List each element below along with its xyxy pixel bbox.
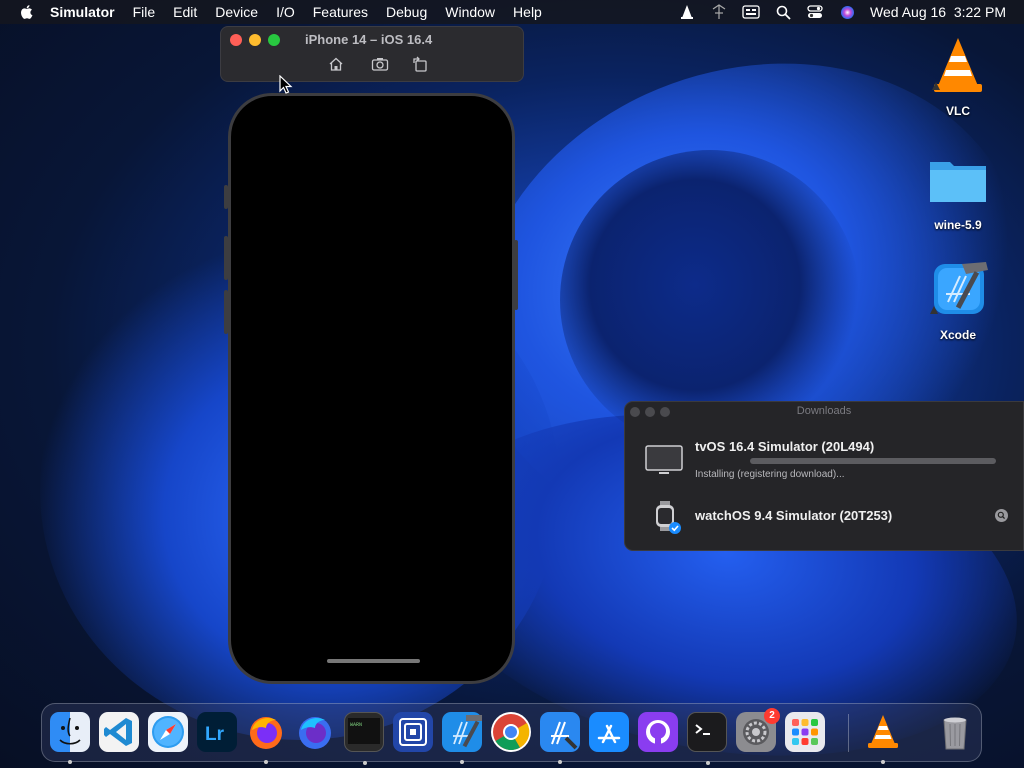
tv-display-icon <box>645 445 683 474</box>
launchpad-grid-icon <box>792 719 818 745</box>
desktop-icon-wine-folder[interactable]: wine-5.9 <box>918 148 998 232</box>
github-icon <box>646 720 670 744</box>
dock-app-vscode[interactable] <box>99 712 139 752</box>
network-icon[interactable] <box>710 4 728 20</box>
simulator-window-title: iPhone 14 – iOS 16.4 <box>305 32 433 47</box>
dock-app-github-desktop[interactable] <box>638 712 678 752</box>
svg-text:Lr: Lr <box>205 724 225 745</box>
folder-icon <box>930 162 986 202</box>
dock-app-safari[interactable] <box>148 712 188 752</box>
running-indicator <box>881 760 885 764</box>
menu-features[interactable]: Features <box>313 4 368 20</box>
safari-compass-icon <box>152 716 184 748</box>
spotlight-search-icon[interactable] <box>774 4 792 20</box>
menu-app-name[interactable]: Simulator <box>50 4 115 20</box>
vscode-icon <box>104 718 132 746</box>
dock: Lr WARN 2 <box>41 703 982 765</box>
xcode-icon <box>453 715 482 748</box>
simulator-window-toolbar: iPhone 14 – iOS 16.4 <box>220 26 524 82</box>
home-indicator[interactable] <box>327 659 420 663</box>
dock-app-firefox-developer[interactable] <box>295 712 335 752</box>
chrome-icon <box>493 714 530 750</box>
dock-app-instruments[interactable] <box>540 712 580 764</box>
dock-app-app-store[interactable] <box>589 712 629 752</box>
home-icon[interactable] <box>327 56 345 72</box>
menu-window[interactable]: Window <box>445 4 495 20</box>
dock-app-console[interactable]: WARN <box>344 712 384 765</box>
dock-app-terminal[interactable] <box>687 712 727 765</box>
siri-icon[interactable] <box>838 4 856 20</box>
trash-icon <box>943 717 967 750</box>
menu-bar: Simulator File Edit Device I/O Features … <box>0 0 1024 24</box>
vlc-icon <box>868 715 898 748</box>
vlc-icon <box>932 38 982 92</box>
console-icon: WARN <box>348 718 380 744</box>
apple-watch-icon <box>656 501 681 534</box>
menu-file[interactable]: File <box>133 4 156 20</box>
iphone-simulator-screen[interactable] <box>228 93 515 684</box>
menu-debug[interactable]: Debug <box>386 4 427 20</box>
menu-edit[interactable]: Edit <box>173 4 197 20</box>
running-indicator <box>363 761 367 765</box>
concentric-squares-icon <box>399 718 427 746</box>
reveal-in-finder-icon[interactable] <box>995 509 1008 522</box>
close-button[interactable] <box>230 34 242 46</box>
dock-app-xcode[interactable] <box>442 712 482 764</box>
running-indicator <box>706 761 710 765</box>
dock-app-vlc[interactable] <box>863 712 903 764</box>
instruments-icon <box>551 721 578 750</box>
app-store-icon <box>597 724 621 744</box>
dock-trash[interactable] <box>935 712 975 752</box>
running-indicator <box>558 760 562 764</box>
desktop-icon-label: VLC <box>946 104 970 118</box>
lightroom-icon: Lr <box>205 724 225 745</box>
running-indicator <box>264 760 268 764</box>
downloads-window-title: Downloads <box>796 405 852 417</box>
minimize-button[interactable] <box>249 34 261 46</box>
menu-device[interactable]: Device <box>215 4 258 20</box>
svg-text:WARN: WARN <box>350 722 362 728</box>
dock-app-finder[interactable] <box>50 712 90 764</box>
rotate-icon[interactable] <box>411 56 429 72</box>
dock-app-system-settings[interactable]: 2 <box>736 708 780 752</box>
downloads-window: Downloads tvOS 16.4 Simulator (20L494) I… <box>624 401 1024 551</box>
download-item-status: Installing (registering download)... <box>695 469 845 480</box>
terminal-icon <box>695 724 710 735</box>
desktop-icon-label: wine-5.9 <box>934 218 982 232</box>
xcode-icon <box>930 262 988 314</box>
input-source-icon[interactable] <box>742 4 760 20</box>
desktop-icon-vlc[interactable]: VLC <box>918 34 998 118</box>
vlc-menu-icon[interactable] <box>678 4 696 20</box>
running-indicator <box>460 760 464 764</box>
firefox-developer-icon <box>299 717 331 749</box>
download-item-title: watchOS 9.4 Simulator (20T253) <box>695 508 893 523</box>
dock-app-lightroom[interactable]: Lr <box>197 712 237 752</box>
dock-separator <box>848 714 849 752</box>
mouse-pointer-icon <box>279 75 293 94</box>
desktop-icon-label: Xcode <box>939 328 976 342</box>
desktop-icon-xcode[interactable]: Xcode <box>918 258 998 342</box>
notification-badge: 2 <box>764 708 780 724</box>
running-indicator <box>68 760 72 764</box>
firefox-icon <box>250 717 282 749</box>
control-center-icon[interactable] <box>806 4 824 20</box>
screenshot-icon[interactable] <box>371 56 389 72</box>
finder-icon <box>59 717 81 745</box>
download-item-title: tvOS 16.4 Simulator (20L494) <box>695 439 875 454</box>
dock-app-chrome[interactable] <box>491 712 531 752</box>
menu-clock[interactable]: Wed Aug 16 3:22 PM <box>870 4 1006 20</box>
zoom-button[interactable] <box>268 34 280 46</box>
apple-logo-icon[interactable] <box>18 3 36 21</box>
menu-io[interactable]: I/O <box>276 4 295 20</box>
menu-help[interactable]: Help <box>513 4 542 20</box>
dock-app-firefox[interactable] <box>246 712 286 764</box>
dock-app-unknown[interactable] <box>393 712 433 752</box>
dock-app-launchpad[interactable] <box>785 712 825 752</box>
download-progress-bar <box>750 458 996 464</box>
